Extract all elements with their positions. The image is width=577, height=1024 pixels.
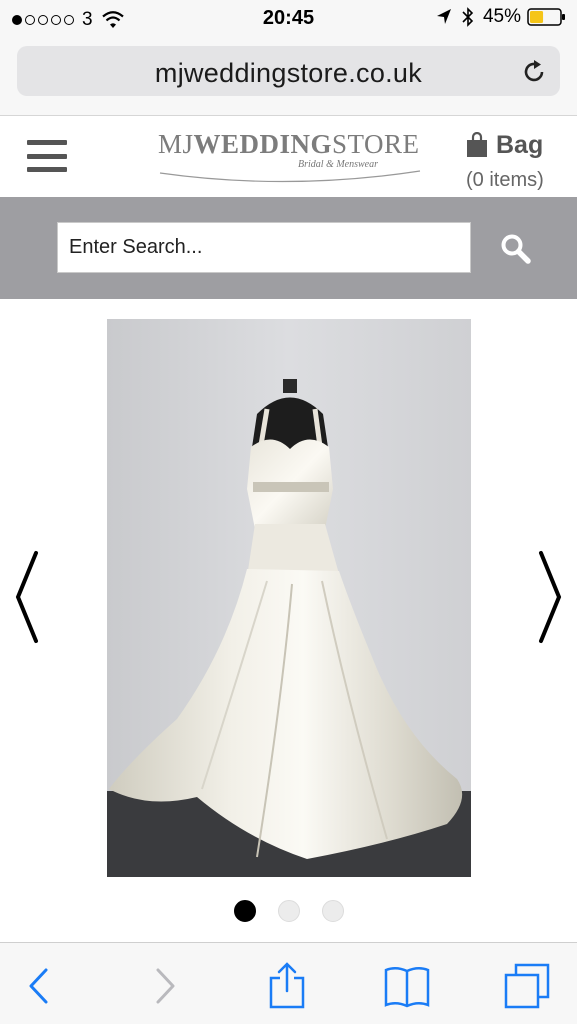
location-icon: [436, 9, 451, 24]
hamburger-icon[interactable]: [27, 140, 67, 172]
browser-toolbar: [0, 942, 577, 1024]
chevron-left-icon[interactable]: [10, 549, 44, 645]
search-bar: [0, 197, 577, 299]
battery-icon: [527, 8, 565, 26]
shopping-bag-button[interactable]: Bag (0 items): [462, 127, 562, 193]
forward-icon[interactable]: [140, 961, 190, 1011]
back-icon[interactable]: [14, 961, 64, 1011]
bag-label: Bag: [496, 131, 544, 159]
pager-dot[interactable]: [277, 900, 300, 922]
status-bar-right: 45%: [435, 6, 567, 28]
battery-percent: 45%: [482, 6, 521, 27]
search-button[interactable]: [492, 227, 540, 271]
logo-swoosh: [159, 170, 421, 183]
address-bar[interactable]: mjweddingstore.co.uk: [17, 46, 560, 96]
site-logo[interactable]: MJWEDDINGSTORE Bridal & Menswear: [158, 129, 426, 189]
product-gallery: [0, 299, 577, 941]
reload-icon[interactable]: [520, 58, 548, 86]
search-icon: [501, 234, 531, 264]
share-icon[interactable]: [262, 961, 312, 1011]
chevron-right-icon[interactable]: [533, 549, 567, 645]
pager-dot[interactable]: [321, 900, 344, 922]
url-text[interactable]: mjweddingstore.co.uk: [17, 58, 560, 89]
gallery-pager: [0, 900, 577, 922]
bluetooth-icon: [462, 7, 474, 27]
tabs-icon[interactable]: [502, 961, 552, 1011]
product-image[interactable]: [107, 319, 471, 877]
logo-wordmark: MJWEDDINGSTORE: [158, 129, 420, 159]
search-input[interactable]: [57, 222, 471, 273]
site-header: MJWEDDINGSTORE Bridal & Menswear Bag (0 …: [0, 117, 577, 197]
bag-item-count: (0 items): [466, 169, 544, 191]
status-bar: 3 20:45 45%: [0, 0, 577, 38]
bookmarks-icon[interactable]: [382, 961, 432, 1011]
pager-dot[interactable]: [233, 900, 256, 922]
browser-address-area: mjweddingstore.co.uk: [0, 38, 577, 116]
shopping-bag-icon: [467, 132, 487, 157]
